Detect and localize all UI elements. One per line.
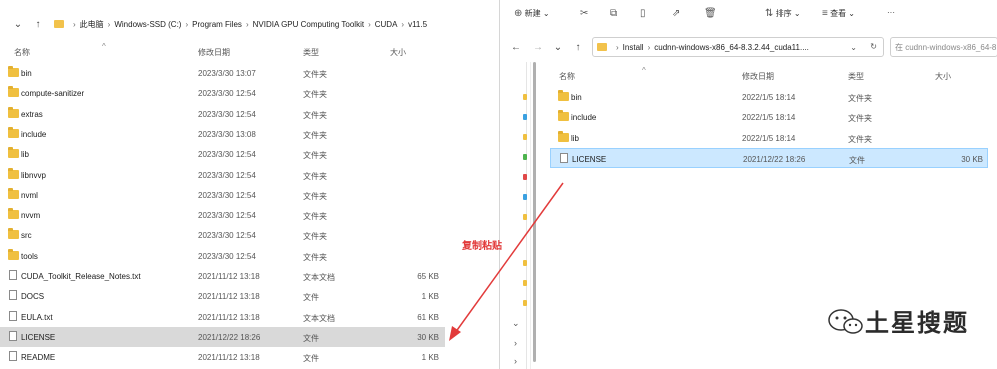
wechat-logo-icon xyxy=(828,308,863,334)
watermark-text: 土星搜题 xyxy=(865,310,969,337)
watermark: 土星搜题 xyxy=(825,303,969,338)
annotation-label: 复制粘贴 xyxy=(462,241,502,252)
arrow-line xyxy=(454,182,564,334)
